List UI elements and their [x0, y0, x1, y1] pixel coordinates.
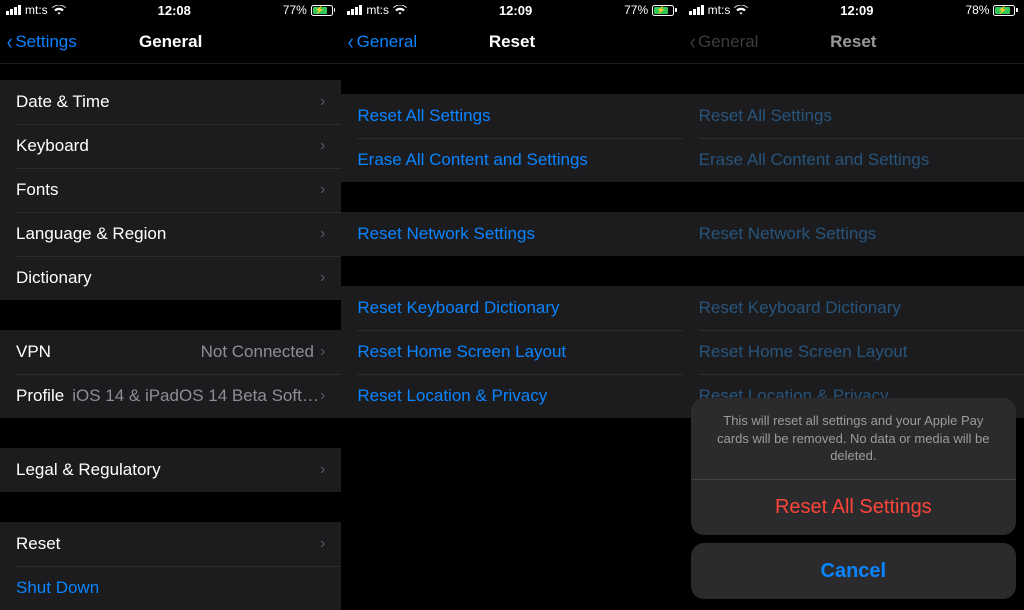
back-button[interactable]: ‹ General: [341, 31, 417, 53]
chevron-right-icon: ›: [320, 93, 325, 111]
battery-icon: ⚡: [993, 5, 1018, 16]
clock-label: 12:09: [840, 3, 873, 18]
row-erase-all: Erase All Content and Settings: [683, 138, 1024, 182]
settings-group: Legal & Regulatory›: [0, 448, 341, 492]
battery-percent-label: 78%: [965, 3, 989, 17]
carrier-label: mt:s: [708, 3, 731, 17]
chevron-right-icon: ›: [320, 461, 325, 479]
row-reset-network: Reset Network Settings: [683, 212, 1024, 256]
clock-label: 12:08: [158, 3, 191, 18]
back-label: General: [698, 32, 758, 52]
settings-group: Reset All Settings Erase All Content and…: [341, 94, 682, 182]
cancel-button[interactable]: Cancel: [691, 543, 1016, 599]
vpn-status-label: Not Connected: [201, 342, 314, 362]
row-language-region[interactable]: Language & Region›: [0, 212, 341, 256]
battery-percent-label: 77%: [283, 3, 307, 17]
wifi-icon: [52, 5, 66, 15]
chevron-right-icon: ›: [320, 387, 325, 405]
chevron-right-icon: ›: [320, 225, 325, 243]
action-sheet-message: This will reset all settings and your Ap…: [691, 398, 1016, 479]
settings-group: Reset All Settings Erase All Content and…: [683, 94, 1024, 182]
status-bar: mt:s 12:09 77% ⚡: [341, 0, 682, 20]
row-legal[interactable]: Legal & Regulatory›: [0, 448, 341, 492]
battery-percent-label: 77%: [624, 3, 648, 17]
row-keyboard[interactable]: Keyboard›: [0, 124, 341, 168]
chevron-right-icon: ›: [320, 269, 325, 287]
screen-reset-confirm: mt:s 12:09 78% ⚡ ‹ General Reset Reset A…: [683, 0, 1024, 607]
nav-bar: ‹ General Reset: [683, 20, 1024, 64]
settings-group: Date & Time› Keyboard› Fonts› Language &…: [0, 80, 341, 300]
chevron-left-icon: ‹: [348, 31, 354, 53]
cellular-signal-icon: [689, 5, 704, 15]
back-label: Settings: [15, 32, 76, 52]
action-sheet-group: This will reset all settings and your Ap…: [691, 398, 1016, 535]
action-sheet: This will reset all settings and your Ap…: [691, 398, 1016, 599]
row-date-time[interactable]: Date & Time›: [0, 80, 341, 124]
profile-label: Profile: [16, 386, 64, 406]
row-shut-down[interactable]: Shut Down: [0, 566, 341, 610]
chevron-left-icon: ‹: [7, 31, 13, 53]
chevron-right-icon: ›: [320, 137, 325, 155]
profile-value: iOS 14 & iPadOS 14 Beta Softwar...: [72, 386, 320, 406]
nav-bar: ‹ Settings General: [0, 20, 341, 64]
nav-title: Reset: [830, 32, 876, 52]
status-bar: mt:s 12:09 78% ⚡: [683, 0, 1024, 20]
back-label: General: [357, 32, 417, 52]
settings-group: Reset Keyboard Dictionary Reset Home Scr…: [341, 286, 682, 418]
nav-bar: ‹ General Reset: [341, 20, 682, 64]
battery-icon: ⚡: [652, 5, 677, 16]
cellular-signal-icon: [347, 5, 362, 15]
cellular-signal-icon: [6, 5, 21, 15]
settings-group: VPNNot Connected› Profile iOS 14 & iPadO…: [0, 330, 341, 418]
clock-label: 12:09: [499, 3, 532, 18]
reset-all-settings-button[interactable]: Reset All Settings: [691, 479, 1016, 535]
chevron-right-icon: ›: [320, 535, 325, 553]
back-button[interactable]: ‹ Settings: [0, 31, 77, 53]
nav-title: Reset: [489, 32, 535, 52]
row-erase-all[interactable]: Erase All Content and Settings: [341, 138, 682, 182]
row-reset-network[interactable]: Reset Network Settings: [341, 212, 682, 256]
row-reset-keyboard-dict[interactable]: Reset Keyboard Dictionary: [341, 286, 682, 330]
settings-group: Reset Network Settings: [341, 212, 682, 256]
wifi-icon: [734, 5, 748, 15]
chevron-left-icon: ‹: [689, 31, 695, 53]
settings-group: Reset› Shut Down: [0, 522, 341, 610]
chevron-right-icon: ›: [320, 343, 325, 361]
row-reset-keyboard-dict: Reset Keyboard Dictionary: [683, 286, 1024, 330]
row-reset-home-layout[interactable]: Reset Home Screen Layout: [341, 330, 682, 374]
row-reset-location-privacy[interactable]: Reset Location & Privacy: [341, 374, 682, 418]
row-reset-all-settings[interactable]: Reset All Settings: [341, 94, 682, 138]
row-reset[interactable]: Reset›: [0, 522, 341, 566]
nav-title: General: [139, 32, 202, 52]
back-button: ‹ General: [683, 31, 759, 53]
carrier-label: mt:s: [366, 3, 389, 17]
screen-reset: mt:s 12:09 77% ⚡ ‹ General Reset Reset A…: [341, 0, 682, 607]
row-vpn[interactable]: VPNNot Connected›: [0, 330, 341, 374]
wifi-icon: [393, 5, 407, 15]
carrier-label: mt:s: [25, 3, 48, 17]
status-bar: mt:s 12:08 77% ⚡: [0, 0, 341, 20]
battery-icon: ⚡: [311, 5, 336, 16]
row-dictionary[interactable]: Dictionary›: [0, 256, 341, 300]
row-fonts[interactable]: Fonts›: [0, 168, 341, 212]
chevron-right-icon: ›: [320, 181, 325, 199]
row-reset-home-layout: Reset Home Screen Layout: [683, 330, 1024, 374]
row-reset-all-settings: Reset All Settings: [683, 94, 1024, 138]
settings-group: Reset Network Settings: [683, 212, 1024, 256]
row-profile[interactable]: Profile iOS 14 & iPadOS 14 Beta Softwar.…: [0, 374, 341, 418]
screen-general: mt:s 12:08 77% ⚡ ‹ Settings General Date…: [0, 0, 341, 607]
